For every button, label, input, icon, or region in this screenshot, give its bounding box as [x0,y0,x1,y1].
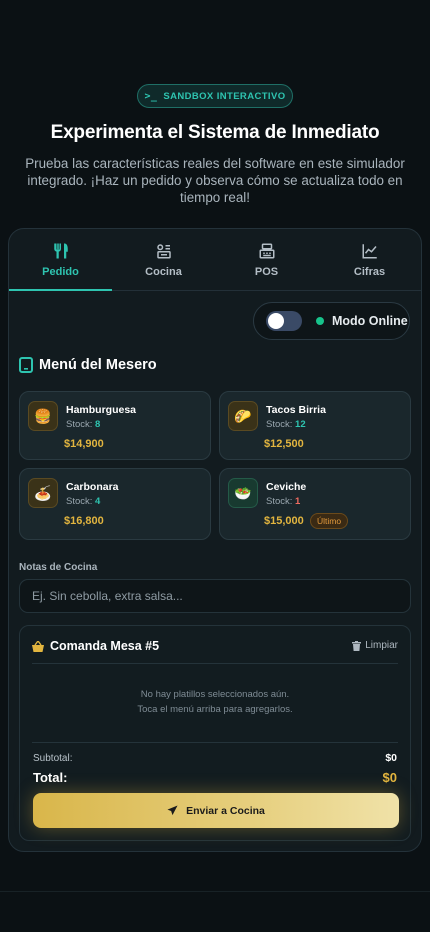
item-price: $16,800 [64,515,104,527]
item-name: Ceviche [266,481,307,493]
order-title: Comanda Mesa #5 [50,639,160,653]
simulator-panel: Pedido Cocina POS Cifras Modo Online Men… [8,228,422,852]
sandbox-badge-label: SANDBOX INTERACTIVO [163,90,286,102]
send-icon [167,805,178,816]
tab-pos[interactable]: POS [215,229,318,290]
menu-item-carbonara[interactable]: 🍝 Carbonara Stock: 4 $16,800 [19,468,211,540]
empty-message-line1: No hay platillos seleccionados aún. [140,689,290,700]
salad-icon: 🥗 [228,478,258,508]
item-price: $15,000 [264,515,304,527]
tablet-icon [19,357,33,373]
mode-toggle[interactable]: Modo Online [253,302,410,340]
page-title: Experimenta el Sistema de Inmediato [50,122,380,143]
sandbox-badge: >_ SANDBOX INTERACTIVO [137,84,293,108]
kitchen-notes-input[interactable] [19,579,411,613]
terminal-icon: >_ [144,90,158,102]
tab-label: Pedido [42,265,79,278]
menu-item-ceviche[interactable]: 🥗 Ceviche Stock: 1 $15,000 Último [219,468,411,540]
menu-item-hamburguesa[interactable]: 🍔 Hamburguesa Stock: 8 $14,900 [19,391,211,460]
tab-label: Cifras [353,265,386,278]
subtotal-label: Subtotal: [33,753,73,764]
tab-cifras[interactable]: Cifras [318,229,421,290]
tab-cocina[interactable]: Cocina [112,229,215,290]
item-stock: Stock: 4 [66,496,101,507]
divider [32,663,398,664]
tab-pedido[interactable]: Pedido [9,229,112,291]
item-price: $14,900 [64,438,104,450]
item-stock: Stock: 8 [66,419,101,430]
send-label: Enviar a Cocina [186,804,265,817]
chart-line-icon [362,243,377,258]
tab-bar: Pedido Cocina POS Cifras [9,229,421,291]
clear-button[interactable]: Limpiar [352,640,398,651]
burger-icon: 🍔 [28,401,58,431]
divider [32,742,398,743]
menu-item-tacos-birria[interactable]: 🌮 Tacos Birria Stock: 12 $12,500 [219,391,411,460]
online-switch[interactable] [266,311,302,331]
clear-label: Limpiar [365,640,398,651]
taco-icon: 🌮 [228,401,258,431]
order-ticket: Comanda Mesa #5 Limpiar No hay platillos… [19,625,411,841]
item-name: Tacos Birria [266,404,326,416]
send-to-kitchen-button[interactable]: Enviar a Cocina [33,793,399,828]
menu-title: Menú del Mesero [39,357,157,373]
notes-label: Notas de Cocina [19,562,98,573]
tab-label: Cocina [145,265,182,278]
total-value: $0 [382,770,397,785]
switch-knob [268,313,284,329]
tab-label: POS [254,265,279,278]
utensils-icon [53,243,68,258]
subtotal-value: $0 [385,752,397,764]
item-stock: Stock: 1 [266,496,301,507]
footer-divider [0,891,430,892]
item-name: Carbonara [66,481,119,493]
status-dot [316,317,324,325]
item-stock: Stock: 12 [266,419,306,430]
trash-icon [352,640,362,651]
last-unit-badge: Último [310,513,349,529]
item-name: Hamburguesa [66,404,137,416]
basket-icon [32,640,44,652]
menu-heading: Menú del Mesero [19,357,157,373]
total-label: Total: [33,770,68,785]
page-subtitle: Prueba las características reales del so… [25,156,405,205]
pasta-icon: 🍝 [28,478,58,508]
item-price: $12,500 [264,438,304,450]
empty-message-line2: Toca el menú arriba para agregarlos. [137,704,293,715]
mode-label: Modo Online [332,314,408,328]
order-header: Comanda Mesa #5 [32,639,159,653]
chef-icon [156,243,171,258]
register-icon [259,243,274,258]
